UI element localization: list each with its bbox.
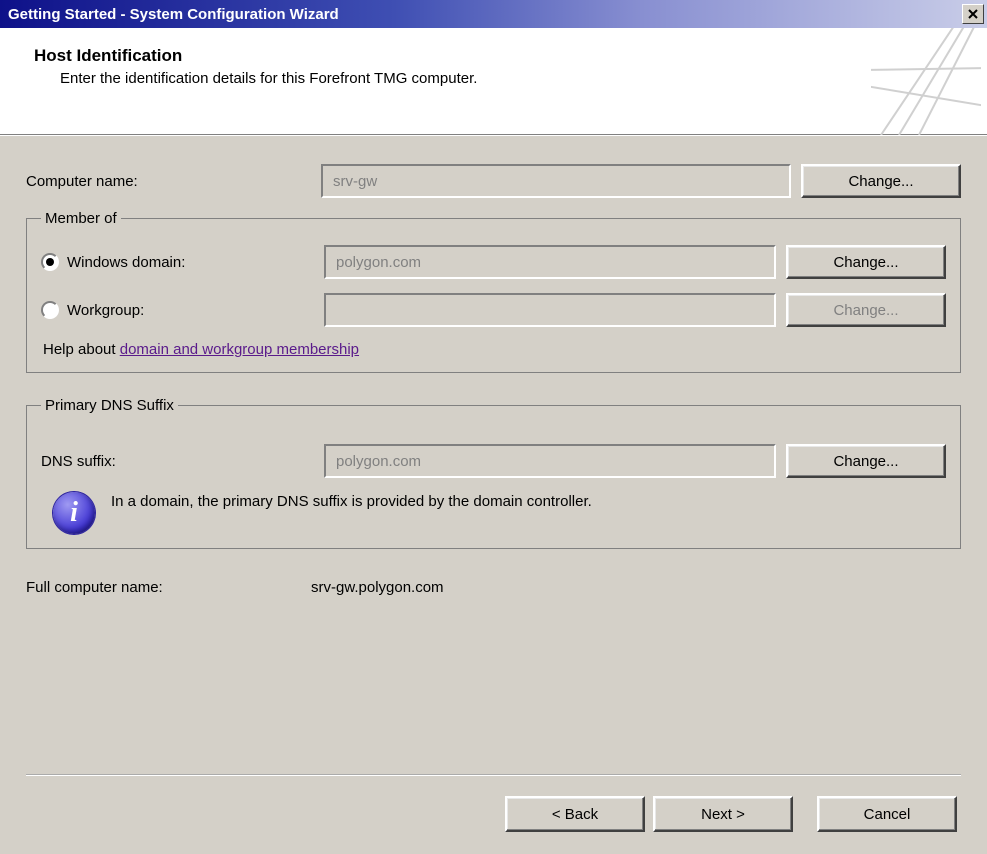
cancel-button[interactable]: Cancel [817,796,957,832]
next-button[interactable]: Next > [653,796,793,832]
domain-label: Windows domain: [67,254,185,271]
full-computer-name-row: Full computer name: srv-gw.polygon.com [26,579,961,596]
dns-change-button[interactable]: Change... [786,444,946,478]
dns-label: DNS suffix: [41,453,314,470]
info-icon: i [53,492,95,534]
titlebar: Getting Started - System Configuration W… [0,0,987,28]
membership-help: Help about domain and workgroup membersh… [41,341,946,358]
computer-name-row: Computer name: srv-gw Change... [26,164,961,198]
computer-name-field: srv-gw [321,164,791,198]
close-icon [968,9,978,19]
member-of-group: Member of Windows domain: polygon.com Ch… [26,210,961,373]
spacer [26,654,961,774]
domain-row: Windows domain: polygon.com Change... [41,245,946,279]
wizard-header: Host Identification Enter the identifica… [0,28,987,135]
header-decoration [871,28,981,135]
workgroup-radio[interactable] [41,301,59,319]
member-of-legend: Member of [41,210,121,227]
wizard-body: Computer name: srv-gw Change... Member o… [0,135,987,854]
computer-name-label: Computer name: [26,173,311,190]
membership-help-link[interactable]: domain and workgroup membership [120,341,359,358]
workgroup-change-button: Change... [786,293,946,327]
workgroup-field [324,293,776,327]
back-button[interactable]: < Back [505,796,645,832]
domain-change-button[interactable]: Change... [786,245,946,279]
dns-info-text: In a domain, the primary DNS suffix is p… [111,492,592,512]
dns-row: DNS suffix: polygon.com Change... [41,444,946,478]
window-title: Getting Started - System Configuration W… [8,6,339,23]
dns-field: polygon.com [324,444,776,478]
dns-info: i In a domain, the primary DNS suffix is… [41,492,946,534]
dns-legend: Primary DNS Suffix [41,397,178,414]
lines-icon [871,28,981,135]
workgroup-row: Workgroup: Change... [41,293,946,327]
computer-name-change-button[interactable]: Change... [801,164,961,198]
domain-field: polygon.com [324,245,776,279]
dns-group: Primary DNS Suffix DNS suffix: polygon.c… [26,397,961,549]
page-subtitle: Enter the identification details for thi… [34,70,477,87]
wizard-footer: < Back Next > Cancel [26,774,961,854]
page-title: Host Identification [34,46,477,66]
workgroup-label: Workgroup: [67,302,144,319]
domain-radio[interactable] [41,253,59,271]
full-computer-name-value: srv-gw.polygon.com [311,579,961,596]
close-button[interactable] [962,4,984,24]
full-computer-name-label: Full computer name: [26,579,311,596]
